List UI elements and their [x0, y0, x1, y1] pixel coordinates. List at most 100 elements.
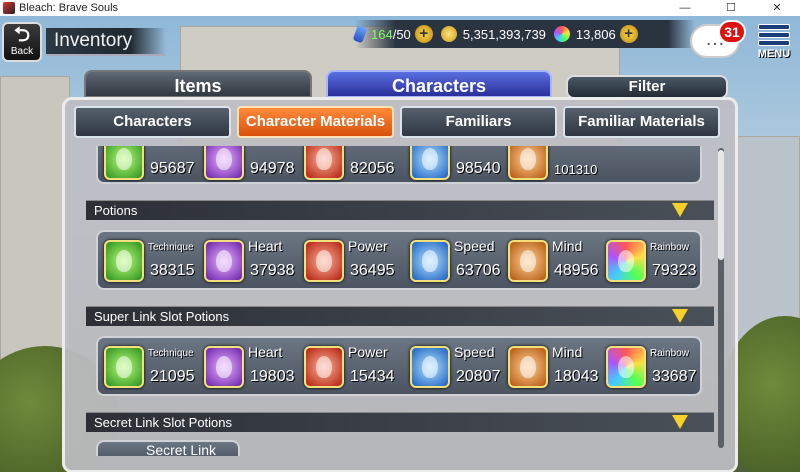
mind-potion-icon: [508, 240, 548, 282]
stamina-current: 164: [371, 26, 393, 42]
item-name: Mind: [552, 238, 583, 254]
back-arrow-icon: ⮌: [13, 24, 31, 46]
item-count: 33687: [652, 368, 697, 385]
mind-potion-icon: [508, 346, 548, 388]
section-header-potions[interactable]: Potions: [86, 200, 714, 220]
orb-row-card: 95687 94978 82056 98540 101310: [96, 146, 702, 184]
app-icon: [3, 2, 15, 14]
item-name: Technique: [148, 242, 194, 253]
item-name: Speed: [454, 238, 495, 254]
item-count: 37938: [250, 262, 295, 279]
power-orb-icon: [304, 146, 344, 180]
subtab-familiar-materials[interactable]: Familiar Materials: [563, 106, 720, 138]
item-count: 15434: [350, 368, 395, 385]
resource-bar: 164 /50 + 5,351,393,739 13,806 +: [352, 20, 695, 48]
list-item[interactable]: Mind 48956: [508, 236, 608, 286]
item-count: 19803: [250, 368, 295, 385]
item-count: 36495: [350, 262, 395, 279]
spirit-orb-count: 13,806: [575, 26, 616, 42]
list-item[interactable]: Heart 19803: [204, 342, 304, 392]
menu-label: MENU: [757, 48, 791, 60]
section-header-super-link[interactable]: Super Link Slot Potions: [86, 306, 714, 326]
spirit-orb-display: 13,806 +: [553, 25, 638, 43]
secret-link-card[interactable]: Secret Link: [96, 440, 240, 456]
subtab-familiars[interactable]: Familiars: [400, 106, 557, 138]
mind-orb-icon: [508, 146, 548, 180]
super-link-potions-card: Technique 21095 Heart 19803 Power 15434 …: [96, 336, 702, 396]
list-item[interactable]: Speed 20807: [410, 342, 510, 392]
add-orbs-button[interactable]: +: [619, 25, 638, 43]
section-header-secret-link[interactable]: Secret Link Slot Potions: [86, 412, 714, 432]
section-title: Super Link Slot Potions: [94, 309, 230, 324]
item-count: 82056: [350, 160, 395, 177]
back-button[interactable]: ⮌ Back: [2, 22, 42, 62]
hamburger-icon: [752, 24, 796, 46]
collapse-arrow-icon[interactable]: [672, 203, 688, 217]
materials-list[interactable]: 95687 94978 82056 98540 101310 Potions T…: [84, 146, 714, 456]
item-name: Power: [348, 344, 388, 360]
item-name: Secret Link: [146, 442, 217, 456]
maximize-button[interactable]: ☐: [708, 0, 754, 16]
list-item[interactable]: 94978: [204, 146, 304, 184]
item-name: Speed: [454, 344, 495, 360]
technique-potion-icon: [104, 346, 144, 388]
heart-potion-icon: [204, 346, 244, 388]
tab-items[interactable]: Items: [84, 70, 312, 98]
scrollbar-thumb[interactable]: [718, 150, 724, 260]
list-item[interactable]: Power 15434: [304, 342, 404, 392]
list-item[interactable]: 95687: [104, 146, 204, 184]
section-title: Secret Link Slot Potions: [94, 415, 233, 430]
item-count: 79323: [652, 262, 697, 279]
page-title: Inventory: [46, 28, 166, 56]
stamina-max: /50: [392, 26, 411, 42]
subtab-characters[interactable]: Characters: [74, 106, 231, 138]
list-item[interactable]: Rainbow 79323: [606, 236, 706, 286]
speed-potion-icon: [410, 346, 450, 388]
list-item[interactable]: Technique 21095: [104, 342, 204, 392]
item-count: 21095: [150, 368, 195, 385]
list-item[interactable]: Rainbow 33687: [606, 342, 706, 392]
item-count: 20807: [456, 368, 501, 385]
item-name: Mind: [552, 344, 583, 360]
item-count: 94978: [250, 160, 295, 177]
item-name: Heart: [248, 344, 283, 360]
tab-characters[interactable]: Characters: [326, 70, 552, 98]
power-potion-icon: [304, 240, 344, 282]
item-name: Rainbow: [650, 242, 689, 253]
filter-button[interactable]: Filter: [566, 75, 728, 99]
stamina-display: 164 /50 +: [352, 24, 433, 44]
subtab-character-materials[interactable]: Character Materials: [237, 106, 394, 138]
list-item[interactable]: 101310: [508, 146, 608, 184]
list-item[interactable]: Power 36495: [304, 236, 404, 286]
item-count: 101310: [554, 162, 598, 177]
technique-potion-icon: [104, 240, 144, 282]
back-label: Back: [10, 46, 34, 57]
heart-potion-icon: [204, 240, 244, 282]
list-item[interactable]: 98540: [410, 146, 510, 184]
background-building: [0, 76, 70, 376]
item-count: 18043: [554, 368, 599, 385]
power-potion-icon: [304, 346, 344, 388]
item-name: Power: [348, 238, 388, 254]
collapse-arrow-icon[interactable]: [672, 309, 688, 323]
minimize-button[interactable]: —: [662, 0, 708, 16]
list-item[interactable]: Technique 38315: [104, 236, 204, 286]
window-title: Bleach: Brave Souls: [19, 2, 119, 14]
rainbow-potion-icon: [606, 346, 646, 388]
list-item[interactable]: Heart 37938: [204, 236, 304, 286]
add-stamina-button[interactable]: +: [414, 25, 433, 43]
sub-tab-bar: Characters Character Materials Familiars…: [74, 106, 720, 140]
list-item[interactable]: Mind 18043: [508, 342, 608, 392]
potions-card: Technique 38315 Heart 37938 Power 36495 …: [96, 230, 702, 290]
item-count: 63706: [456, 262, 501, 279]
list-item[interactable]: 82056: [304, 146, 404, 184]
item-count: 95687: [150, 160, 195, 177]
coin-icon: [440, 26, 457, 42]
item-count: 38315: [150, 262, 195, 279]
collapse-arrow-icon[interactable]: [672, 415, 688, 429]
item-name: Rainbow: [650, 348, 689, 359]
close-button[interactable]: ✕: [754, 0, 800, 16]
menu-button[interactable]: MENU: [752, 22, 796, 62]
list-item[interactable]: Speed 63706: [410, 236, 510, 286]
section-title: Potions: [94, 203, 138, 218]
